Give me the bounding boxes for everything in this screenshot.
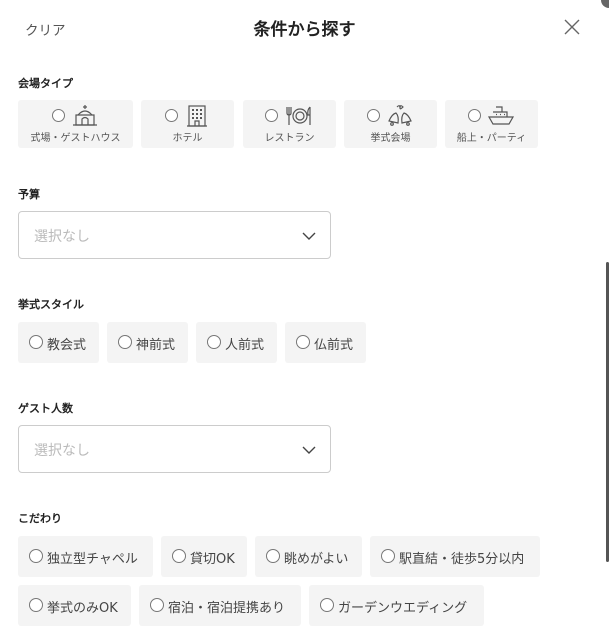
budget-select-value: 選択なし	[34, 229, 90, 245]
header: クリア 条件から探す	[0, 0, 609, 54]
radio-button[interactable]	[52, 109, 65, 122]
venue-option-ceremony[interactable]: 挙式会場	[344, 100, 437, 148]
venue-option-label: 式場・ゲストハウス	[30, 133, 121, 144]
page-title: 条件から探す	[253, 20, 356, 40]
preference-option-garden[interactable]: ガーデンウエディング	[309, 585, 484, 626]
preference-option-label: 眺めがよい	[284, 552, 349, 567]
ceremony-option-buddhist[interactable]: 仏前式	[285, 322, 366, 363]
preference-option-label: 駅直結・徒歩5分以内	[399, 552, 525, 567]
radio-button[interactable]	[265, 109, 278, 122]
chevron-down-icon	[302, 232, 316, 240]
venue-option-label: ホテル	[172, 133, 203, 144]
radio-button[interactable]	[165, 109, 178, 122]
hotel-building-icon	[187, 105, 207, 127]
ceremony-option-label: 人前式	[225, 338, 265, 353]
venue-option-chapel[interactable]: 式場・ゲストハウス	[18, 100, 133, 148]
venue-option-label: 船上・パーティ	[456, 133, 527, 144]
radio-button[interactable]	[381, 549, 395, 563]
radio-button[interactable]	[118, 335, 132, 349]
preference-option-label: 独立型チャペル	[47, 552, 138, 567]
venue-type-label: 会場タイプ	[18, 77, 73, 90]
guest-count-select-value: 選択なし	[34, 443, 90, 459]
budget-select[interactable]: 選択なし	[18, 211, 331, 259]
preference-option-ceremony-only[interactable]: 挙式のみOK	[18, 585, 131, 626]
ship-icon	[487, 106, 515, 125]
restaurant-icon	[286, 106, 311, 125]
radio-button[interactable]	[29, 335, 43, 349]
chevron-down-icon	[302, 446, 316, 454]
preference-option-label: 貸切OK	[190, 552, 235, 567]
venue-option-label: 挙式会場	[370, 133, 411, 144]
radio-button[interactable]	[296, 335, 310, 349]
ceremony-style-label: 挙式スタイル	[18, 298, 84, 311]
preference-option-chapel[interactable]: 独立型チャペル	[18, 536, 153, 577]
radio-button[interactable]	[320, 598, 334, 612]
wedding-bells-icon	[388, 105, 412, 126]
ceremony-option-label: 教会式	[47, 338, 87, 353]
radio-button[interactable]	[150, 598, 164, 612]
radio-button[interactable]	[29, 598, 43, 612]
preferences-label: こだわり	[18, 512, 62, 525]
preference-option-private[interactable]: 貸切OK	[161, 536, 247, 577]
guest-count-label: ゲスト人数	[18, 402, 73, 415]
budget-label: 予算	[18, 188, 40, 201]
radio-button[interactable]	[207, 335, 221, 349]
ceremony-option-label: 仏前式	[314, 338, 354, 353]
preference-option-label: 挙式のみOK	[47, 601, 118, 616]
venue-option-ship[interactable]: 船上・パーティ	[445, 100, 538, 148]
preference-option-label: ガーデンウエディング	[338, 601, 468, 616]
venue-option-restaurant[interactable]: レストラン	[243, 100, 336, 148]
ceremony-option-civil[interactable]: 人前式	[196, 322, 277, 363]
guest-count-select[interactable]: 選択なし	[18, 425, 331, 473]
venue-option-label: レストラン	[264, 133, 315, 144]
chapel-icon	[73, 105, 97, 126]
ceremony-option-label: 神前式	[136, 338, 176, 353]
preference-option-lodging[interactable]: 宿泊・宿泊提携あり	[139, 585, 301, 626]
radio-button[interactable]	[172, 549, 186, 563]
close-icon[interactable]	[563, 18, 581, 36]
radio-button[interactable]	[266, 549, 280, 563]
radio-button[interactable]	[367, 109, 380, 122]
preference-option-label: 宿泊・宿泊提携あり	[168, 601, 286, 616]
preference-option-station[interactable]: 駅直結・徒歩5分以内	[370, 536, 540, 577]
ceremony-option-shinto[interactable]: 神前式	[107, 322, 188, 363]
radio-button[interactable]	[468, 109, 481, 122]
ceremony-option-church[interactable]: 教会式	[18, 322, 99, 363]
preference-option-view[interactable]: 眺めがよい	[255, 536, 362, 577]
radio-button[interactable]	[29, 549, 43, 563]
venue-option-hotel[interactable]: ホテル	[141, 100, 234, 148]
